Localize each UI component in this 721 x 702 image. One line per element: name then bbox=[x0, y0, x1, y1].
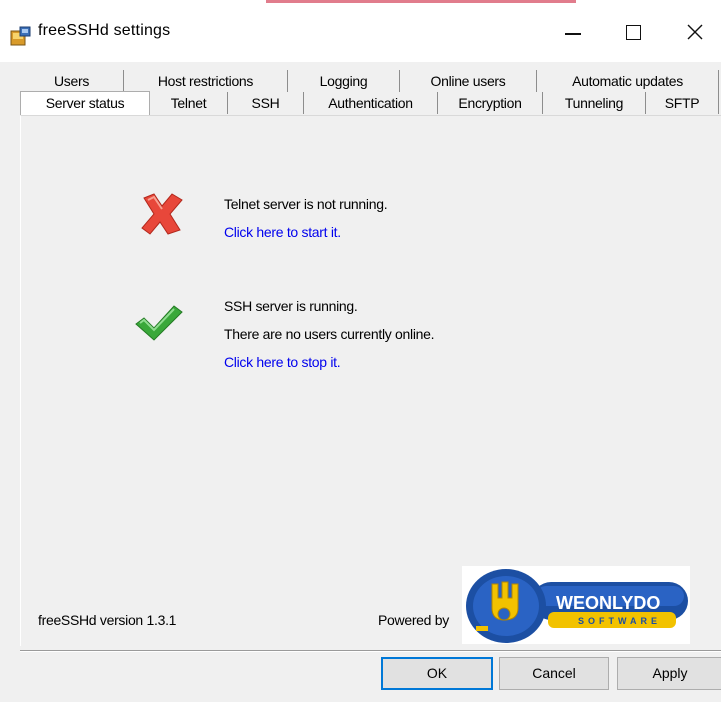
tab-host-restrictions[interactable]: Host restrictions bbox=[124, 70, 288, 92]
ssh-status: SSH server is running. There are no user… bbox=[224, 292, 435, 376]
version-label: freeSSHd version 1.3.1 bbox=[38, 612, 177, 628]
green-check-icon bbox=[135, 305, 183, 341]
tab-automatic-updates[interactable]: Automatic updates bbox=[537, 70, 719, 92]
minimize-icon bbox=[565, 33, 581, 35]
settings-dialog: Users Host restrictions Logging Online u… bbox=[0, 62, 721, 702]
logo-subtext: SOFTWARE bbox=[578, 616, 661, 626]
tab-encryption[interactable]: Encryption bbox=[438, 92, 543, 114]
powered-by-label: Powered by bbox=[378, 612, 449, 628]
tab-ssh[interactable]: SSH bbox=[228, 92, 304, 114]
minimize-button[interactable] bbox=[550, 14, 596, 50]
stop-ssh-link[interactable]: Click here to stop it. bbox=[224, 348, 434, 376]
tab-logging[interactable]: Logging bbox=[288, 70, 400, 92]
telnet-status: Telnet server is not running. Click here… bbox=[224, 190, 388, 246]
apply-button[interactable]: Apply bbox=[617, 657, 721, 690]
tab-sftp[interactable]: SFTP bbox=[646, 92, 719, 114]
close-button[interactable] bbox=[672, 14, 718, 50]
close-icon bbox=[687, 24, 703, 40]
red-x-icon bbox=[141, 193, 183, 235]
ssh-status-message: SSH server is running. bbox=[224, 298, 358, 314]
window-title: freeSSHd settings bbox=[38, 22, 171, 39]
tab-users[interactable]: Users bbox=[20, 70, 124, 92]
tab-telnet[interactable]: Telnet bbox=[150, 92, 228, 114]
tab-authentication[interactable]: Authentication bbox=[304, 92, 438, 114]
weonlydo-logo[interactable]: WEONLYDO SOFTWARE bbox=[462, 566, 690, 644]
weonlydo-logo-graphic: WEONLYDO SOFTWARE bbox=[466, 569, 688, 643]
cancel-button[interactable]: Cancel bbox=[499, 657, 609, 690]
logo-text: WEONLYDO bbox=[556, 593, 660, 613]
title-accent-stripe bbox=[266, 0, 576, 3]
footer-divider-highlight bbox=[20, 651, 721, 652]
ssh-users-message: There are no users currently online. bbox=[224, 326, 435, 342]
tab-online-users[interactable]: Online users bbox=[400, 70, 537, 92]
maximize-icon bbox=[625, 24, 641, 40]
title-bar: freeSSHd settings bbox=[0, 0, 721, 62]
start-telnet-link[interactable]: Click here to start it. bbox=[224, 218, 387, 246]
tab-server-status[interactable]: Server status bbox=[20, 91, 150, 116]
maximize-button[interactable] bbox=[610, 14, 656, 50]
ok-button[interactable]: OK bbox=[381, 657, 493, 690]
tab-tunneling[interactable]: Tunneling bbox=[543, 92, 646, 114]
telnet-status-message: Telnet server is not running. bbox=[224, 196, 388, 212]
freesshd-app-icon bbox=[10, 26, 31, 46]
